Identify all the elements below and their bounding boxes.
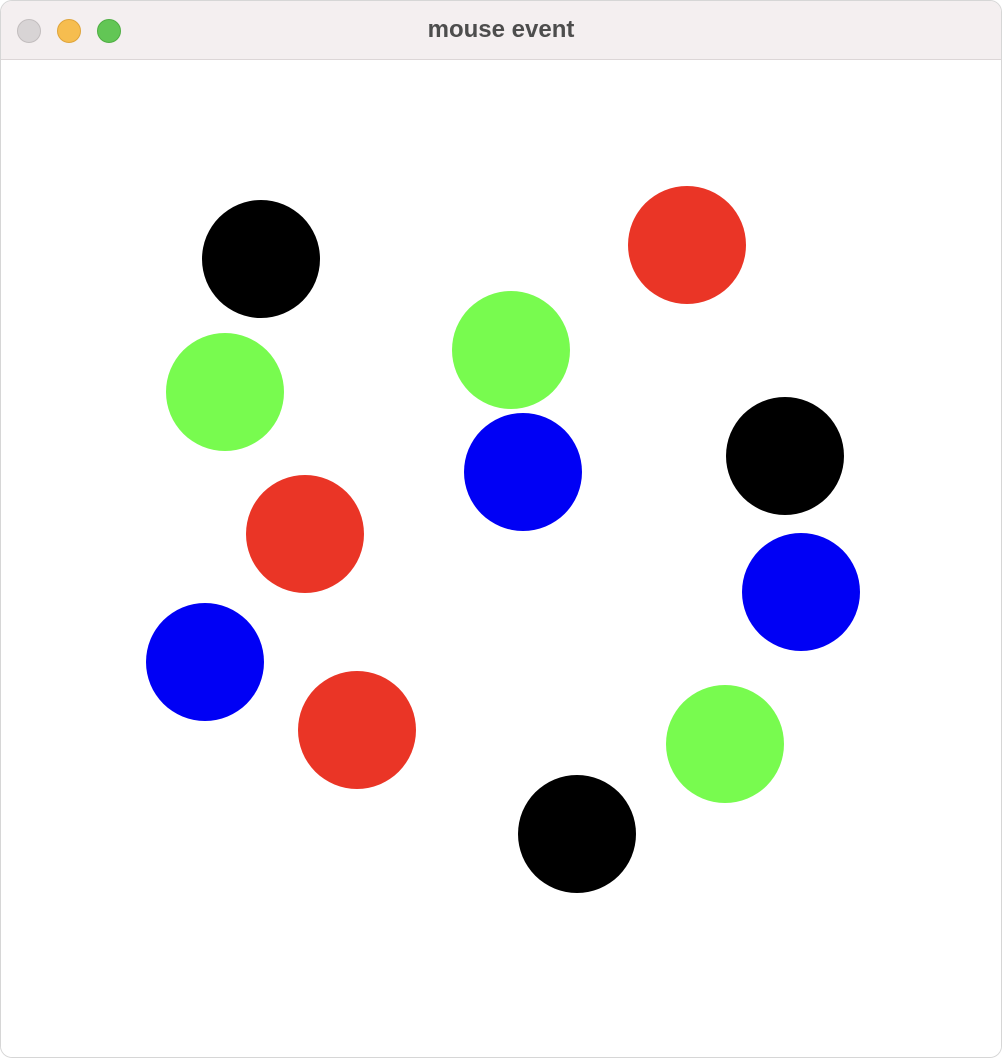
green-circle[interactable] <box>166 333 284 451</box>
green-circle[interactable] <box>452 291 570 409</box>
red-circle[interactable] <box>628 186 746 304</box>
black-circle[interactable] <box>202 200 320 318</box>
black-circle[interactable] <box>726 397 844 515</box>
blue-circle[interactable] <box>742 533 860 651</box>
drawing-canvas[interactable] <box>1 60 1001 1057</box>
black-circle[interactable] <box>518 775 636 893</box>
window-title: mouse event <box>427 16 575 43</box>
blue-circle[interactable] <box>464 413 582 531</box>
circle-layer <box>146 186 860 893</box>
title-bar[interactable]: mouse event <box>1 1 1001 60</box>
green-circle[interactable] <box>666 685 784 803</box>
app-window: mouse event <box>0 0 1002 1058</box>
blue-circle[interactable] <box>146 603 264 721</box>
red-circle[interactable] <box>298 671 416 789</box>
red-circle[interactable] <box>246 475 364 593</box>
